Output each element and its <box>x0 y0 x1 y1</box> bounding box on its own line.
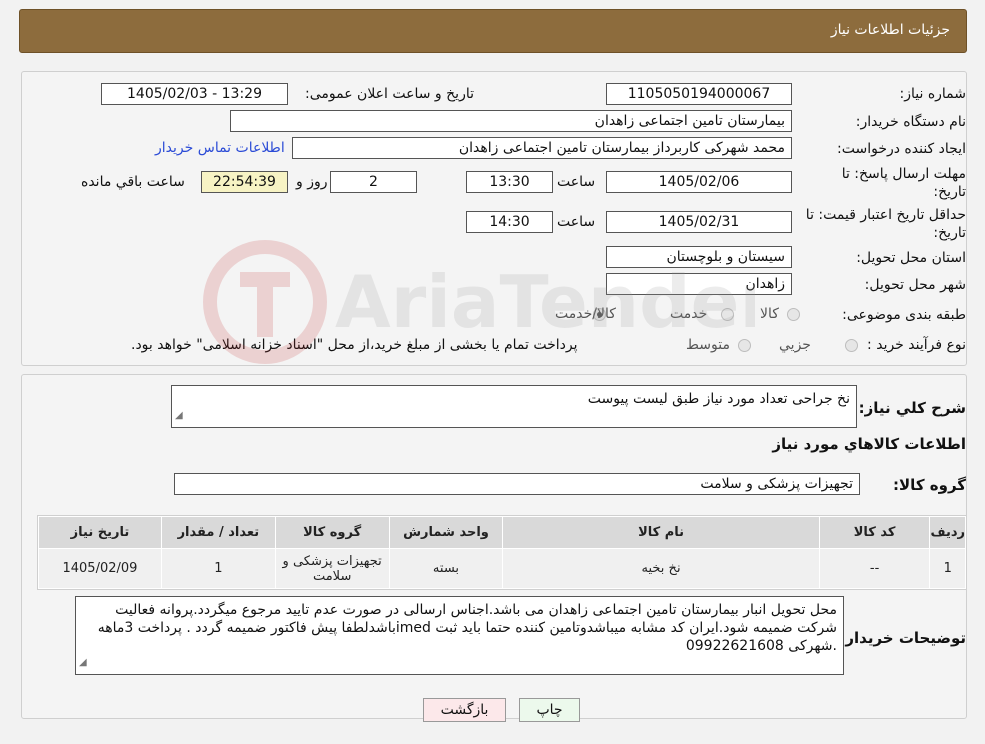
deadline-time-field: 13:30 <box>466 171 553 193</box>
col-qty-header: تعداد / مقدار <box>160 516 276 549</box>
days-label: روز و <box>296 174 328 190</box>
category-radio-service[interactable] <box>721 308 734 321</box>
col-group-header: گروه کالا <box>274 516 390 549</box>
process-label: نوع فرآیند خرید : <box>867 337 966 353</box>
col-row-header: ردیف <box>929 516 966 549</box>
cell-group: تجهیزات پزشکی و سلامت <box>274 548 390 589</box>
process-note: پرداخت تمام یا بخشی از مبلغ خرید،از محل … <box>131 337 578 353</box>
city-field: زاهدان <box>606 273 792 295</box>
category-option-goods-service: کالا/خدمت <box>555 306 616 322</box>
table-header-row: ردیف کد کالا نام کالا واحد شمارش گروه کا… <box>38 516 966 549</box>
page-header: جزئیات اطلاعات نیاز <box>19 9 967 53</box>
remaining-time-field: 22:54:39 <box>201 171 288 193</box>
deadline-label-date: تاریخ: <box>933 184 966 200</box>
cell-qty: 1 <box>160 548 276 589</box>
creator-field: محمد شهرکی کاربرداز بیمارستان تامین اجتم… <box>292 137 792 159</box>
buyer-notes-label: توضیحات خریدار: <box>839 629 966 647</box>
buyer-notes-text: محل تحویل انبار بیمارستان تامین اجتماعی … <box>97 602 837 654</box>
items-table: ردیف کد کالا نام کالا واحد شمارش گروه کا… <box>37 515 967 590</box>
buyer-org-label: نام دستگاه خریدار: <box>855 114 966 130</box>
validity-date-field: 1405/02/31 <box>606 211 792 233</box>
process-option-minor: جزیي <box>779 337 811 353</box>
province-field: سیستان و بلوچستان <box>606 246 792 268</box>
buyer-org-field: بیمارستان تامین اجتماعی زاهدان <box>230 110 792 132</box>
cell-code: -- <box>818 548 931 589</box>
need-number-label: شماره نیاز: <box>899 86 967 102</box>
days-field: 2 <box>330 171 417 193</box>
validity-label-date: تاریخ: <box>933 225 966 241</box>
col-date-header: تاریخ نیاز <box>38 516 162 549</box>
category-label: طبقه بندی موضوعی: <box>842 307 966 323</box>
validity-time-field: 14:30 <box>466 211 553 233</box>
cell-name: نخ بخیه <box>502 548 820 589</box>
announce-label: تاریخ و ساعت اعلان عمومی: <box>305 86 474 102</box>
deadline-date-field: 1405/02/06 <box>606 171 792 193</box>
col-code-header: کد کالا <box>818 516 931 549</box>
validity-hour-label: ساعت <box>557 214 596 230</box>
validity-label: حداقل تاریخ اعتبار قیمت: تا <box>805 207 966 223</box>
deadline-label: مهلت ارسال پاسخ: تا <box>841 166 966 182</box>
page-title: جزئیات اطلاعات نیاز <box>830 22 950 38</box>
creator-label: ایجاد کننده درخواست: <box>837 141 966 157</box>
buyer-notes-textarea[interactable]: محل تحویل انبار بیمارستان تامین اجتماعی … <box>75 596 844 675</box>
category-option-service: خدمت <box>670 306 708 322</box>
table-row: 1 -- نخ بخیه بسته تجهیزات پزشکی و سلامت … <box>38 548 966 589</box>
cell-unit: بسته <box>388 548 504 589</box>
deadline-hour-label: ساعت <box>557 174 596 190</box>
province-label: استان محل تحویل: <box>856 250 966 266</box>
cell-date: 1405/02/09 <box>38 548 162 589</box>
resize-grip-icon[interactable]: ◢ <box>79 654 87 672</box>
city-label: شهر محل تحویل: <box>864 277 966 293</box>
need-number-field: 1105050194000067 <box>606 83 792 105</box>
announce-field: 1405/02/03 - 13:29 <box>101 83 288 105</box>
process-radio-minor[interactable] <box>845 339 858 352</box>
category-radio-goods[interactable] <box>787 308 800 321</box>
col-name-header: نام کالا <box>502 516 820 549</box>
print-button[interactable]: چاپ <box>519 698 580 722</box>
process-option-medium: متوسط <box>686 337 730 353</box>
process-radio-medium[interactable] <box>738 339 751 352</box>
cell-row: 1 <box>929 548 966 589</box>
col-unit-header: واحد شمارش <box>388 516 504 549</box>
buyer-contact-link[interactable]: اطلاعات تماس خریدار <box>155 140 285 156</box>
category-option-goods: کالا <box>760 306 779 322</box>
back-button[interactable]: بازگشت <box>423 698 506 722</box>
remaining-label: ساعت باقي مانده <box>81 174 185 190</box>
